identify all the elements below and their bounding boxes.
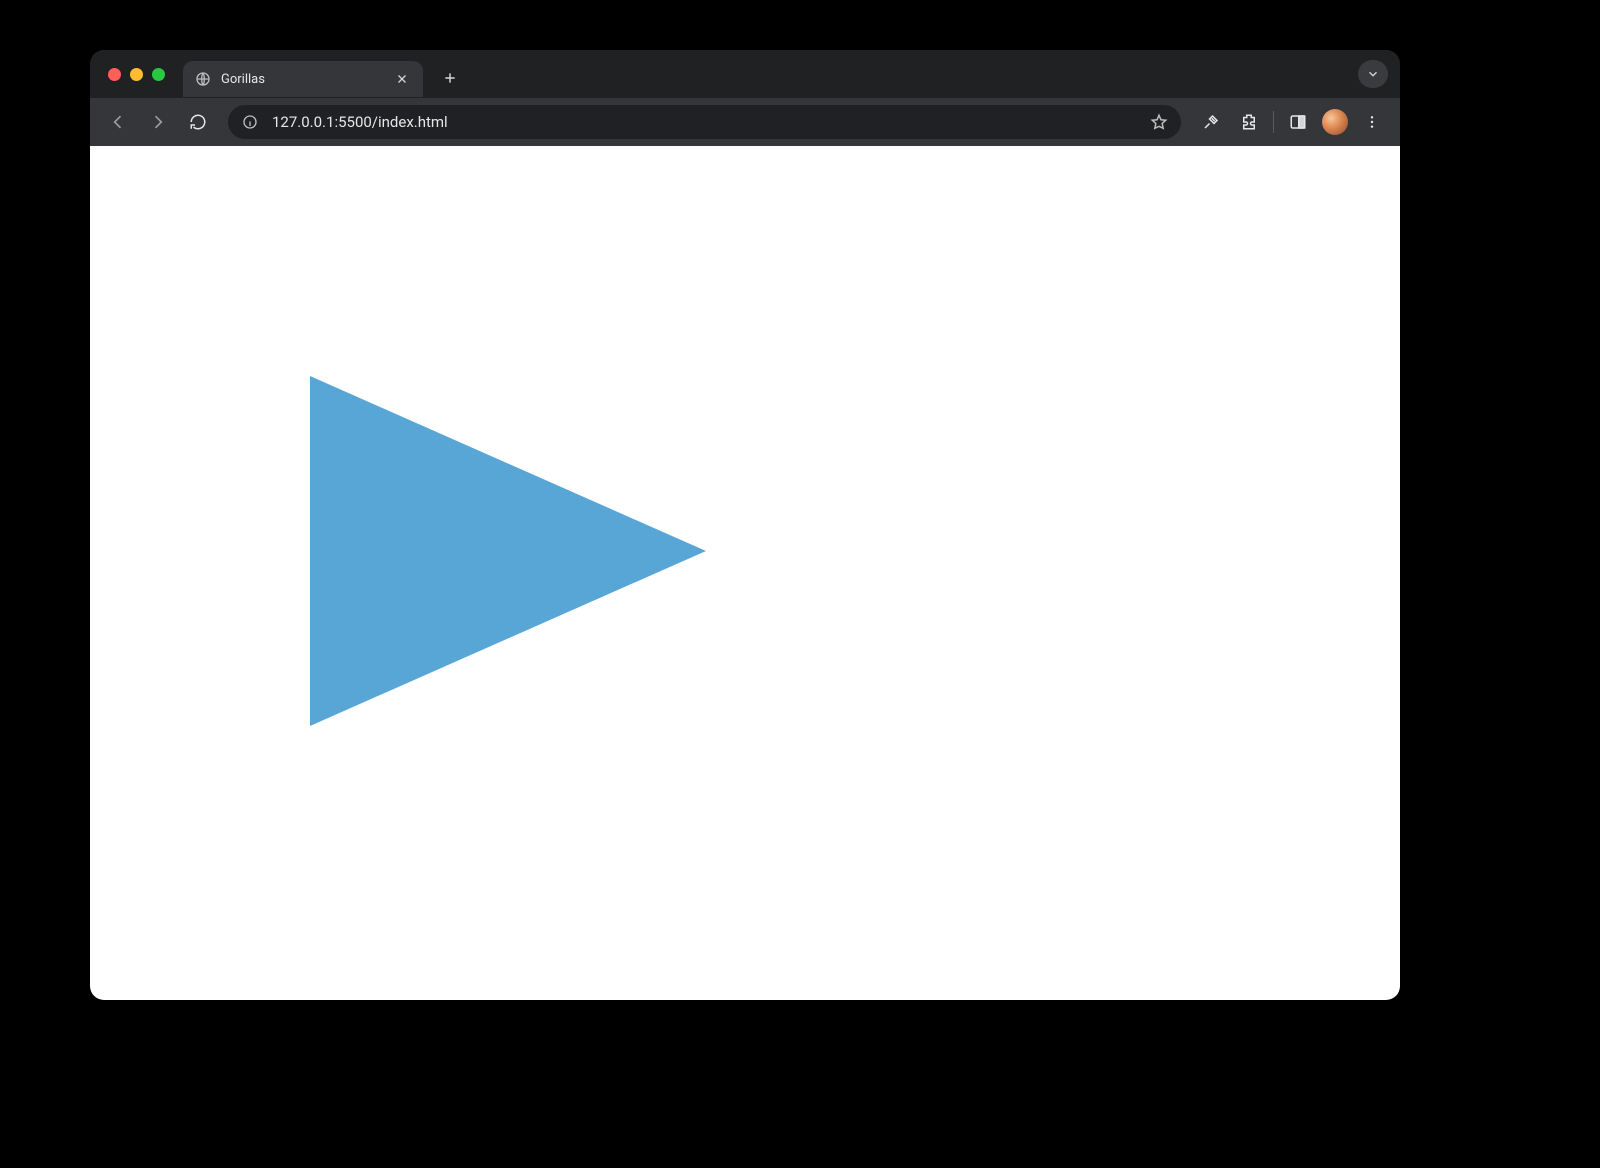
extensions-button[interactable] xyxy=(1231,104,1267,140)
profile-avatar[interactable] xyxy=(1322,109,1348,135)
browser-window: Gorillas xyxy=(90,50,1400,1000)
play-triangle-shape xyxy=(310,376,706,726)
tab-strip: Gorillas xyxy=(90,50,1400,98)
browser-tab[interactable]: Gorillas xyxy=(183,61,423,97)
site-info-icon[interactable] xyxy=(240,112,260,132)
toolbar: 127.0.0.1:5500/index.html xyxy=(90,98,1400,146)
page-viewport xyxy=(90,146,1400,1000)
tab-search-button[interactable] xyxy=(1358,60,1388,88)
globe-icon xyxy=(195,71,211,87)
window-controls xyxy=(108,68,165,81)
menu-button[interactable] xyxy=(1354,104,1390,140)
bookmark-button[interactable] xyxy=(1145,108,1173,136)
separator xyxy=(1273,111,1274,133)
desktop: Gorillas xyxy=(0,0,1600,1168)
new-tab-button[interactable] xyxy=(435,63,465,93)
side-panel-button[interactable] xyxy=(1280,104,1316,140)
address-bar[interactable]: 127.0.0.1:5500/index.html xyxy=(228,105,1181,139)
url-text: 127.0.0.1:5500/index.html xyxy=(272,113,1145,131)
window-close-button[interactable] xyxy=(108,68,121,81)
tab-title: Gorillas xyxy=(221,72,385,87)
reload-button[interactable] xyxy=(180,104,216,140)
eyedropper-icon[interactable] xyxy=(1193,104,1229,140)
forward-button[interactable] xyxy=(140,104,176,140)
back-button[interactable] xyxy=(100,104,136,140)
close-tab-button[interactable] xyxy=(393,70,411,88)
window-minimize-button[interactable] xyxy=(130,68,143,81)
toolbar-actions xyxy=(1193,104,1390,140)
window-zoom-button[interactable] xyxy=(152,68,165,81)
